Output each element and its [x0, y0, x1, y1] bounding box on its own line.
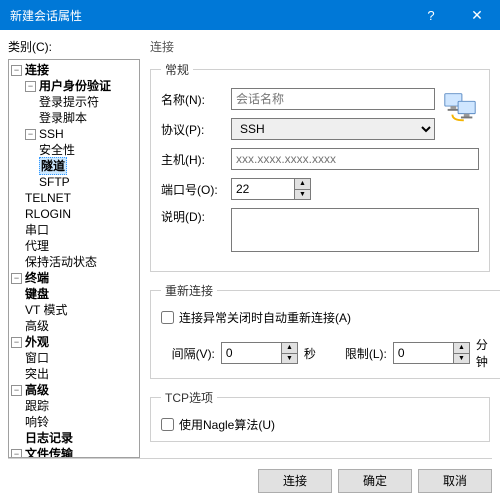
connect-button[interactable]: 连接	[258, 469, 332, 493]
tree-security[interactable]: 安全性	[11, 142, 139, 158]
spin-up-icon[interactable]: ▲	[282, 343, 297, 354]
tree-rlogin[interactable]: RLOGIN	[11, 206, 139, 222]
interval-unit: 秒	[304, 345, 327, 362]
tree-terminal[interactable]: −终端	[11, 270, 139, 286]
interval-label: 间隔(V):	[161, 345, 215, 362]
spin-up-icon[interactable]: ▲	[295, 179, 310, 190]
spin-down-icon[interactable]: ▼	[454, 354, 469, 364]
spin-down-icon[interactable]: ▼	[295, 190, 310, 200]
port-input[interactable]	[231, 178, 295, 200]
tree-proxy[interactable]: 代理	[11, 238, 139, 254]
tree-tunnel[interactable]: 隧道	[11, 158, 139, 174]
group-general: 常规 名称(N): 协议(P): SSH	[150, 61, 490, 272]
window-title: 新建会话属性	[10, 7, 408, 24]
tree-tracking[interactable]: 跟踪	[11, 398, 139, 414]
nagle-input[interactable]	[161, 418, 174, 431]
group-tcp: TCP选项 使用Nagle算法(U)	[150, 389, 490, 442]
spin-down-icon[interactable]: ▼	[282, 354, 297, 364]
collapse-icon[interactable]: −	[11, 385, 22, 396]
tree-ssh[interactable]: −SSH	[11, 126, 139, 142]
tree-telnet[interactable]: TELNET	[11, 190, 139, 206]
name-input[interactable]	[231, 88, 435, 110]
category-panel: 类别(C): −连接 −用户身份验证 登录提示符 登录脚本	[8, 38, 140, 458]
cancel-button[interactable]: 取消	[418, 469, 492, 493]
help-button[interactable]: ?	[408, 0, 454, 30]
limit-label: 限制(L):	[333, 345, 387, 362]
panel-title: 连接	[150, 38, 492, 55]
tree-appearance[interactable]: −外观	[11, 334, 139, 350]
auto-reconnect-checkbox[interactable]: 连接异常关闭时自动重新连接(A)	[161, 309, 499, 326]
group-reconnect: 重新连接 连接异常关闭时自动重新连接(A) 间隔(V): ▲▼ 秒 限制(L):	[150, 282, 500, 379]
interval-spinner[interactable]: ▲▼	[221, 342, 298, 364]
tree-serial[interactable]: 串口	[11, 222, 139, 238]
tree-logging[interactable]: 日志记录	[11, 430, 139, 446]
group-tcp-legend: TCP选项	[161, 389, 217, 406]
tree-login-prompt[interactable]: 登录提示符	[11, 94, 139, 110]
ok-button[interactable]: 确定	[338, 469, 412, 493]
tree-connection[interactable]: −连接	[11, 62, 139, 78]
collapse-icon[interactable]: −	[25, 129, 36, 140]
desc-label: 说明(D):	[161, 208, 231, 225]
tree-highlight[interactable]: 突出	[11, 366, 139, 382]
collapse-icon[interactable]: −	[11, 337, 22, 348]
tree-window[interactable]: 窗口	[11, 350, 139, 366]
limit-spinner[interactable]: ▲▼	[393, 342, 470, 364]
dialog-window: 新建会话属性 ? ✕ 类别(C): −连接 −用户身份验证 登录提示符 登录	[0, 0, 500, 502]
tree-filetransfer[interactable]: −文件传输	[11, 446, 139, 458]
close-button[interactable]: ✕	[454, 0, 500, 30]
auto-reconnect-input[interactable]	[161, 311, 174, 324]
tree-login-script[interactable]: 登录脚本	[11, 110, 139, 126]
tree-auth[interactable]: −用户身份验证	[11, 78, 139, 94]
interval-input[interactable]	[221, 342, 282, 364]
category-label: 类别(C):	[8, 38, 140, 55]
tree-adv2[interactable]: −高级	[11, 382, 139, 398]
port-spinner[interactable]: ▲▼	[231, 178, 311, 200]
collapse-icon[interactable]: −	[11, 65, 22, 76]
nagle-checkbox[interactable]: 使用Nagle算法(U)	[161, 416, 479, 433]
port-label: 端口号(O):	[161, 181, 231, 198]
computers-icon	[441, 88, 479, 126]
titlebar: 新建会话属性 ? ✕	[0, 0, 500, 30]
name-label: 名称(N):	[161, 91, 231, 108]
tree-bell[interactable]: 响铃	[11, 414, 139, 430]
limit-unit: 分钟	[476, 336, 499, 370]
spin-up-icon[interactable]: ▲	[454, 343, 469, 354]
group-reconnect-legend: 重新连接	[161, 282, 217, 299]
tree-adv[interactable]: 高级	[11, 318, 139, 334]
limit-input[interactable]	[393, 342, 454, 364]
tree-sftp[interactable]: SFTP	[11, 174, 139, 190]
collapse-icon[interactable]: −	[25, 81, 36, 92]
protocol-select[interactable]: SSH	[231, 118, 435, 140]
category-tree[interactable]: −连接 −用户身份验证 登录提示符 登录脚本 −SSH	[8, 59, 140, 458]
settings-panel: 连接 常规 名称(N): 协议(P): SSH	[148, 38, 492, 458]
tree-keepalive[interactable]: 保持活动状态	[11, 254, 139, 270]
collapse-icon[interactable]: −	[11, 273, 22, 284]
desc-textarea[interactable]	[231, 208, 479, 252]
host-label: 主机(H):	[161, 151, 231, 168]
host-input[interactable]	[231, 148, 479, 170]
collapse-icon[interactable]: −	[11, 449, 22, 459]
dialog-footer: 连接 确定 取消	[8, 458, 492, 502]
tree-vt[interactable]: VT 模式	[11, 302, 139, 318]
tree-keyboard[interactable]: 键盘	[11, 286, 139, 302]
protocol-label: 协议(P):	[161, 121, 231, 138]
group-general-legend: 常规	[161, 61, 193, 78]
